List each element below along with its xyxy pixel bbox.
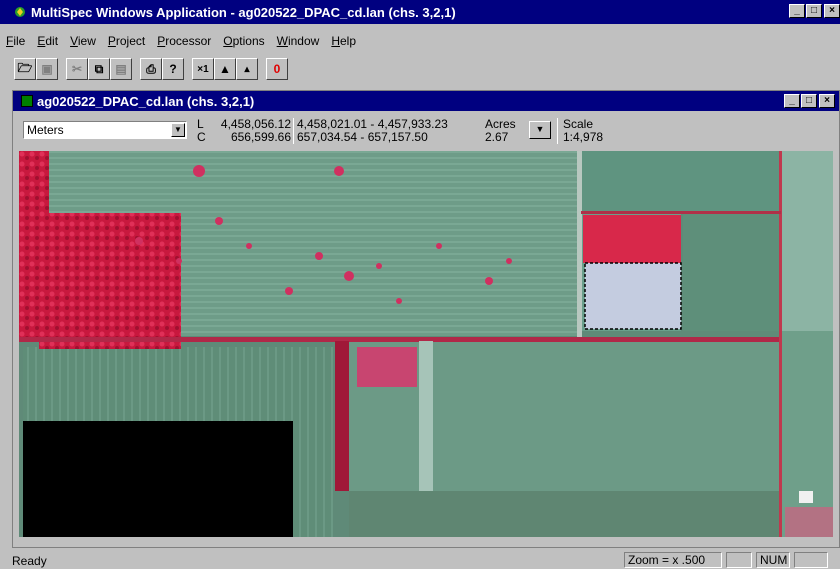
chevron-down-icon[interactable]: ▼ (171, 123, 185, 137)
cut-scissors-icon[interactable]: ✂ (66, 58, 88, 80)
scale-display: Scale 1:4,978 (563, 118, 603, 144)
overlay-red-icon[interactable]: 0 (266, 58, 288, 80)
scale-value: 1:4,978 (563, 130, 604, 144)
menu-window[interactable]: Window (277, 34, 326, 52)
open-folder-icon[interactable]: 🗁 (14, 58, 36, 80)
status-bar: Ready Zoom = x .500 NUM (0, 551, 840, 569)
paste-clipboard-icon[interactable]: ▤ (110, 58, 132, 80)
area-value: 2.67 (485, 130, 509, 144)
menu-edit[interactable]: Edit (37, 34, 64, 52)
help-question-icon[interactable]: ? (162, 58, 184, 80)
zoom-indicator: Zoom = x .500 (624, 552, 722, 568)
save-disk-icon[interactable]: ▣ (36, 58, 58, 80)
zoom-x1-icon[interactable]: ×1 (192, 58, 214, 80)
close-button[interactable]: × (824, 4, 840, 18)
area-units-dropdown[interactable]: ▼ (529, 121, 551, 139)
menu-processor[interactable]: Processor (157, 34, 217, 52)
coord-divider (293, 118, 294, 144)
print-printer-icon[interactable]: ⎙ (140, 58, 162, 80)
image-maximize-button[interactable]: □ (801, 94, 817, 108)
units-value: Meters (27, 123, 64, 137)
satellite-image[interactable] (19, 151, 833, 537)
image-window: ag020522_DPAC_cd.lan (chs. 3,2,1) _ □ × … (12, 90, 840, 548)
status-text: Ready (12, 554, 47, 568)
copy-icon[interactable]: ⧉ (88, 58, 110, 80)
image-close-button[interactable]: × (819, 94, 835, 108)
app-title: MultiSpec Windows Application - ag020522… (31, 4, 456, 20)
maximize-button[interactable]: □ (806, 4, 822, 18)
multispec-app-icon[interactable] (14, 6, 26, 18)
menu-options[interactable]: Options (223, 34, 270, 52)
image-doc-icon[interactable] (21, 95, 33, 107)
menu-project[interactable]: Project (108, 34, 151, 52)
area-display: Acres 2.67 (485, 118, 516, 144)
image-canvas[interactable] (19, 151, 833, 537)
selection-column-value: 657,034.54 - 657,157.50 (297, 130, 428, 144)
column-label: C (197, 130, 206, 144)
line-column-labels: L C (197, 118, 206, 144)
status-panel-scroll (794, 552, 828, 568)
cursor-column-value: 656,599.66 (230, 130, 291, 144)
coordinate-bar: Meters ▼ L C 4,458,056.12 656,599.66 4,4… (13, 113, 839, 147)
image-window-title: ag020522_DPAC_cd.lan (chs. 3,2,1) (37, 93, 255, 109)
menu-file[interactable]: File (6, 34, 31, 52)
num-lock-indicator: NUM (756, 552, 790, 568)
scale-divider (557, 118, 558, 144)
image-minimize-button[interactable]: _ (784, 94, 800, 108)
units-dropdown[interactable]: Meters ▼ (23, 121, 187, 139)
selection-coordinates: 4,458,021.01 - 4,457,933.23 657,034.54 -… (297, 118, 448, 144)
image-window-title-bar[interactable]: ag020522_DPAC_cd.lan (chs. 3,2,1) _ □ × (13, 91, 839, 111)
status-panel-empty (726, 552, 752, 568)
zoom-out-mountain-icon[interactable]: ▴ (236, 58, 258, 80)
menu-view[interactable]: View (70, 34, 102, 52)
app-title-bar[interactable]: MultiSpec Windows Application - ag020522… (0, 0, 840, 24)
zoom-in-mountain-icon[interactable]: ▲ (214, 58, 236, 80)
menu-help[interactable]: Help (331, 34, 362, 52)
toolbar: 🗁 ▣ ✂ ⧉ ▤ ⎙ ? ×1 ▲ ▴ 0 (14, 56, 288, 82)
cursor-coordinates: 4,458,056.12 656,599.66 (215, 118, 291, 144)
minimize-button[interactable]: _ (789, 4, 805, 18)
menu-bar: File Edit View Project Processor Options… (0, 34, 362, 52)
